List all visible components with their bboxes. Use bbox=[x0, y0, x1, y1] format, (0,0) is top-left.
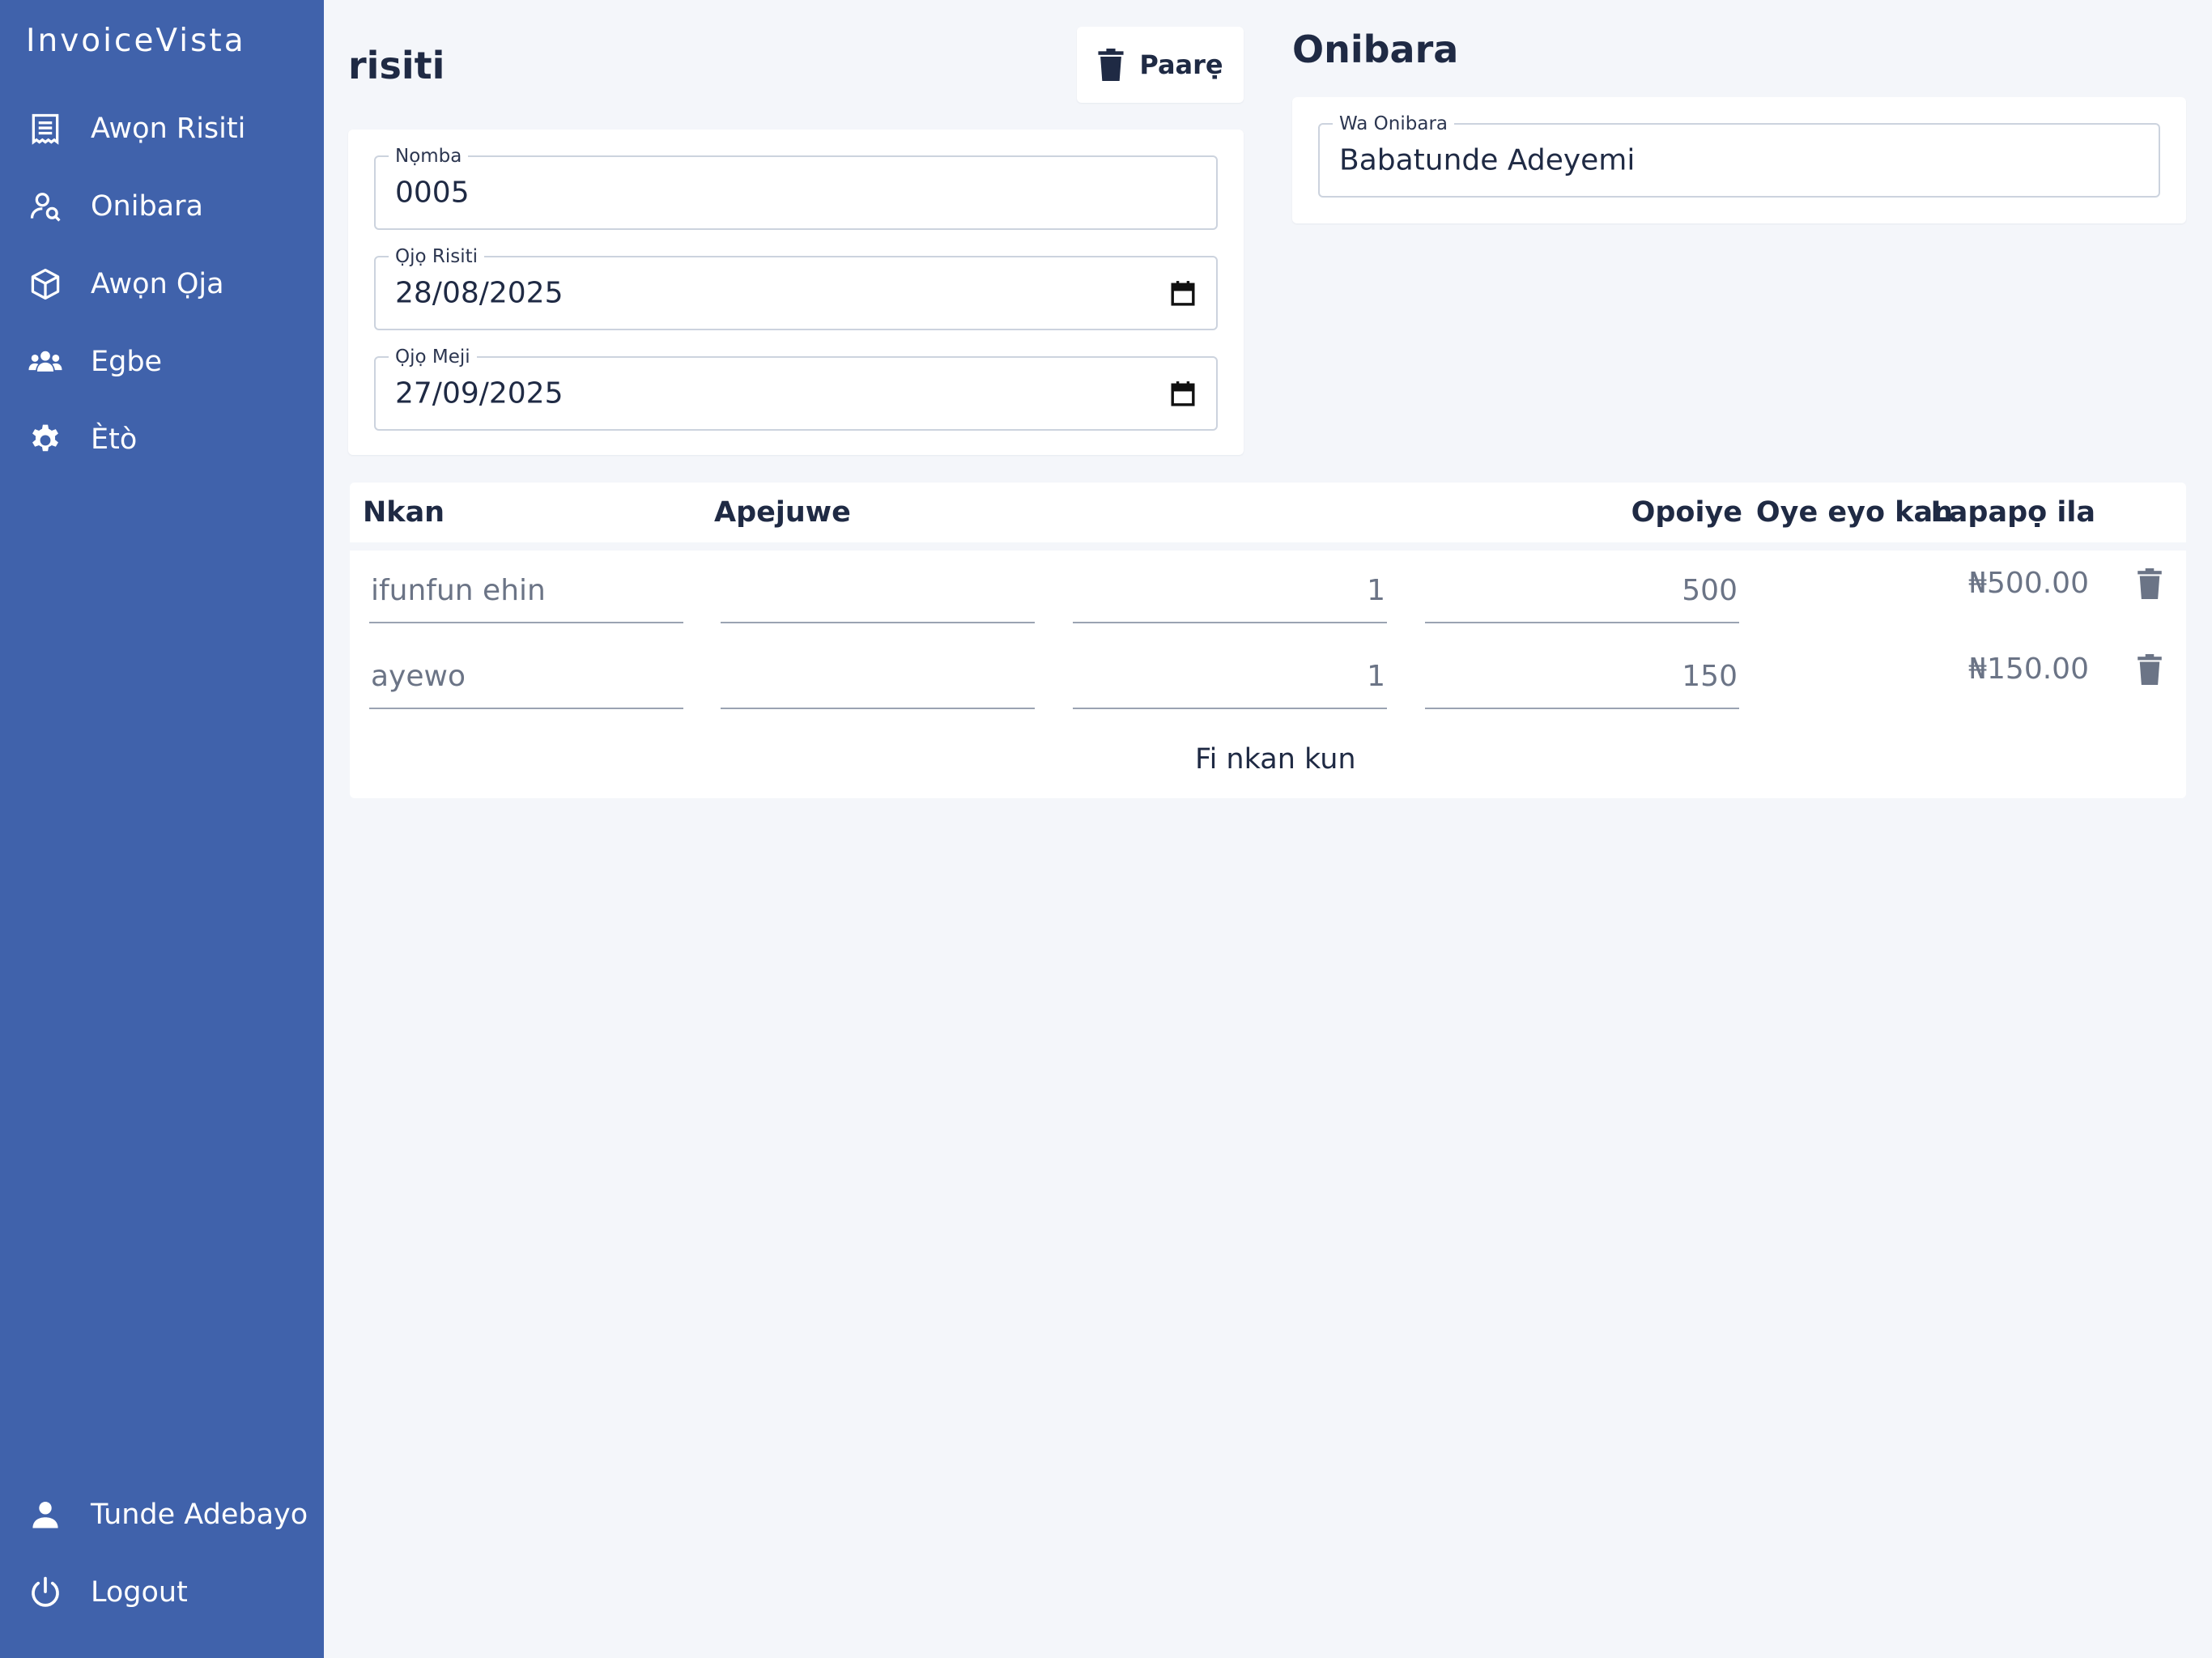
sidebar: InvoiceVista Awọn Risiti Onibara Awọn Ọj… bbox=[0, 0, 324, 1658]
item-name-input[interactable]: ifunfun ehin bbox=[369, 551, 683, 623]
invoice-date-field[interactable]: Ọjọ Risiti 28/08/2025 bbox=[374, 246, 1218, 330]
sidebar-item-label: Awọn Risiti bbox=[91, 113, 246, 145]
item-unit-price-value: 500 bbox=[1682, 574, 1738, 607]
customer-search-value: Babatunde Adeyemi bbox=[1339, 143, 1636, 177]
item-quantity-value: 1 bbox=[1367, 574, 1385, 607]
power-icon bbox=[28, 1575, 63, 1610]
customer-card: Wa Onibara Babatunde Adeyemi bbox=[1292, 97, 2186, 223]
item-unit-price-input[interactable]: 500 bbox=[1425, 551, 1739, 623]
sidebar-item-team[interactable]: Egbe bbox=[0, 329, 324, 394]
box-icon bbox=[28, 266, 63, 302]
sidebar-user[interactable]: Tunde Adebayo bbox=[0, 1482, 324, 1547]
item-quantity-value: 1 bbox=[1367, 660, 1385, 693]
delete-button-label: Paarẹ bbox=[1139, 49, 1223, 80]
due-date-label: Ọjọ Meji bbox=[389, 346, 477, 368]
item-unit-price-input[interactable]: 150 bbox=[1425, 636, 1739, 709]
item-description-input[interactable] bbox=[721, 551, 1035, 623]
person-icon bbox=[28, 1497, 63, 1533]
logout-button[interactable]: Logout bbox=[0, 1560, 324, 1625]
trash-icon[interactable] bbox=[2138, 568, 2162, 599]
trash-icon[interactable] bbox=[2138, 654, 2162, 685]
logout-label: Logout bbox=[91, 1576, 188, 1609]
column-header-description: Apejuwe bbox=[714, 496, 851, 529]
brand-logo: InvoiceVista bbox=[26, 23, 246, 59]
sidebar-item-settings[interactable]: Ètò bbox=[0, 407, 324, 472]
receipt-icon bbox=[28, 111, 63, 147]
column-header-item: Nkan bbox=[363, 496, 445, 529]
customer-search-field[interactable]: Wa Onibara Babatunde Adeyemi bbox=[1318, 113, 2160, 198]
sidebar-item-customers[interactable]: Onibara bbox=[0, 174, 324, 239]
invoice-details-card: Nọmba 0005 Ọjọ Risiti 28/08/2025 Ọjọ Mej… bbox=[348, 130, 1244, 455]
column-header-total: Lapapọ ila bbox=[1930, 496, 2096, 529]
invoice-number-label: Nọmba bbox=[389, 146, 469, 167]
column-header-unit-price: Oye eyo kan bbox=[1755, 496, 1953, 529]
delete-invoice-button[interactable]: Paarẹ bbox=[1077, 27, 1244, 103]
column-header-quantity: Opoiye bbox=[1631, 496, 1742, 529]
add-item-button[interactable]: Fi nkan kun bbox=[1195, 743, 1356, 776]
line-total: ₦500.00 bbox=[1968, 567, 2089, 600]
sidebar-item-label: Egbe bbox=[91, 346, 163, 378]
item-name-input[interactable]: ayewo bbox=[369, 636, 683, 709]
invoice-date-label: Ọjọ Risiti bbox=[389, 246, 485, 267]
trash-icon bbox=[1098, 49, 1124, 81]
page-title: risiti bbox=[348, 44, 445, 87]
due-date-field[interactable]: Ọjọ Meji 27/09/2025 bbox=[374, 346, 1218, 431]
sidebar-item-invoices[interactable]: Awọn Risiti bbox=[0, 96, 324, 161]
item-quantity-input[interactable]: 1 bbox=[1073, 551, 1387, 623]
invoice-number-field[interactable]: Nọmba 0005 bbox=[374, 146, 1218, 230]
calendar-icon[interactable] bbox=[1171, 280, 1195, 306]
group-icon bbox=[28, 344, 63, 380]
items-table-header: Nkan Apejuwe Opoiye Oye eyo kan Lapapọ i… bbox=[350, 483, 2186, 542]
calendar-icon[interactable] bbox=[1171, 380, 1195, 406]
item-description-input[interactable] bbox=[721, 636, 1035, 709]
item-quantity-input[interactable]: 1 bbox=[1073, 636, 1387, 709]
customer-search-label: Wa Onibara bbox=[1333, 113, 1454, 134]
customer-section-title: Onibara bbox=[1292, 28, 1459, 71]
line-total: ₦150.00 bbox=[1968, 653, 2089, 686]
item-name-value: ifunfun ehin bbox=[371, 574, 546, 607]
sidebar-item-products[interactable]: Awọn Ọja bbox=[0, 252, 324, 317]
sidebar-item-label: Onibara bbox=[91, 190, 203, 223]
invoice-number-value: 0005 bbox=[395, 176, 470, 210]
item-unit-price-value: 150 bbox=[1682, 660, 1738, 693]
user-search-icon bbox=[28, 189, 63, 224]
due-date-value: 27/09/2025 bbox=[395, 376, 564, 410]
sidebar-item-label: Ètò bbox=[91, 423, 138, 456]
invoice-date-value: 28/08/2025 bbox=[395, 276, 564, 310]
item-name-value: ayewo bbox=[371, 660, 466, 693]
sidebar-item-label: Awọn Ọja bbox=[91, 268, 224, 300]
user-name: Tunde Adebayo bbox=[91, 1499, 308, 1531]
gear-icon bbox=[28, 422, 63, 457]
